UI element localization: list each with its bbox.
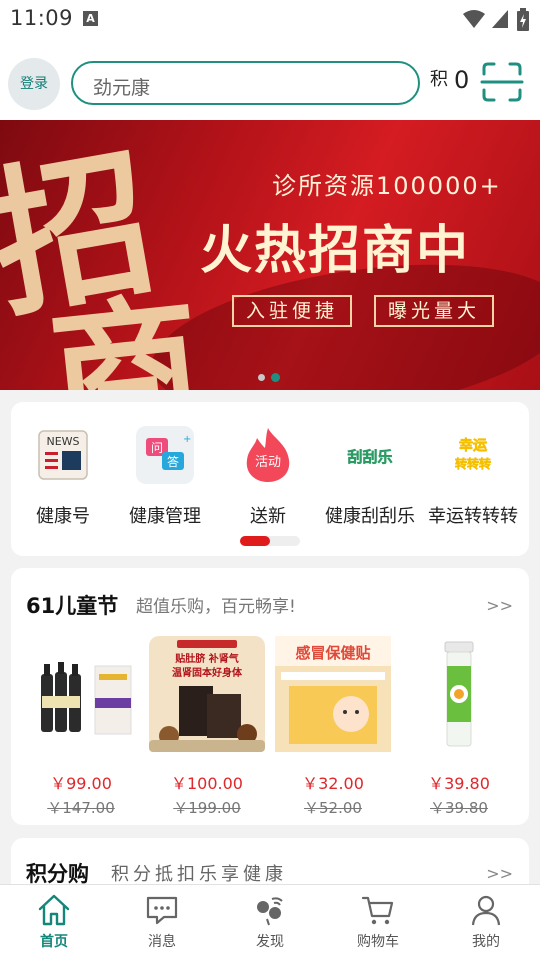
product-card[interactable]: 感冒保健贴 ￥32.00 ￥52.00 (275, 636, 391, 818)
product-original-price: ￥52.00 (304, 799, 362, 817)
qa-icon-a: 答 (167, 454, 179, 469)
tab-discover[interactable]: 发现 (220, 893, 320, 951)
banner-pagination (258, 373, 280, 382)
tab-home[interactable]: 首页 (4, 893, 104, 951)
quick-item-label: 送新 (250, 506, 286, 527)
product-original-price: ￥39.80 (430, 799, 488, 817)
quick-item-lucky-wheel[interactable]: 幸运 转转转 幸运转转转 (421, 426, 525, 528)
quick-item-health-management[interactable]: 问 答 + 健康管理 (113, 426, 217, 528)
banner-title: 火热招商中 (200, 221, 471, 281)
banner-tag-exposure: 曝光量大 (374, 295, 495, 327)
product-image-cold-patch: 感冒保健贴 (275, 636, 391, 752)
svg-text:幸运: 幸运 (459, 437, 487, 454)
top-header: 登录 劲元康 积 0 (0, 40, 540, 120)
activity-flame-icon: 活动 (246, 428, 290, 482)
tab-label: 发现 (256, 934, 284, 950)
cart-icon (361, 896, 394, 925)
tab-messages[interactable]: 消息 (112, 893, 212, 951)
login-button[interactable]: 登录 (8, 58, 60, 110)
signal-icon (492, 10, 508, 28)
promo-title: 61儿童节 (26, 594, 119, 618)
svg-text:+: + (183, 434, 191, 445)
scan-icon[interactable] (480, 60, 524, 104)
news-icon-text: NEWS (46, 435, 79, 448)
product-price: ￥100.00 (171, 774, 243, 793)
product-badge: 感冒保健贴 (295, 644, 370, 662)
quick-menu-pager (240, 536, 300, 546)
tab-profile[interactable]: 我的 (436, 893, 536, 951)
banner-dot[interactable] (258, 374, 265, 381)
notification-icon: A (83, 11, 98, 26)
points-shop-more-link[interactable]: >> (486, 864, 513, 883)
status-bar: 11:09 A (0, 0, 540, 40)
discover-icon (257, 897, 283, 926)
quick-menu-card: NEWS 健康号 问 答 + 健康管理 活动 送新 刮刮乐 健康刮刮乐 幸运 转… (11, 402, 529, 556)
product-badge: 贴肚脐 补肾气 (174, 652, 238, 665)
svg-text:转转转: 转转转 (455, 456, 491, 471)
childrens-day-promo-card: 61儿童节 超值乐购，百元畅享! >> ￥99.00 ￥147.00 贴肚脐 补… (11, 568, 529, 825)
quick-item-label: 幸运转转转 (428, 506, 518, 527)
product-badge-2: 温肾固本好身体 (172, 666, 243, 679)
scratch-icon-text: 刮刮乐 (347, 448, 392, 466)
qa-icon: 问 答 + (136, 426, 194, 484)
promo-subtitle: 超值乐购，百元畅享! (136, 597, 296, 617)
banner-dot-active[interactable] (271, 373, 280, 382)
points-shop-subtitle: 积分抵扣乐享健康 (111, 864, 287, 885)
svg-text:积: 积 (430, 69, 448, 89)
search-bar[interactable]: 劲元康 (71, 61, 420, 105)
battery-icon (517, 8, 529, 31)
lucky-wheel-icon: 幸运 转转转 (455, 437, 492, 472)
profile-icon (471, 895, 501, 926)
status-time: 11:09 (10, 6, 74, 30)
product-image-tablet-tube (444, 641, 474, 747)
product-price: ￥99.00 (50, 774, 112, 793)
scratch-card-icon: 刮刮乐 (347, 448, 393, 467)
tab-label: 我的 (472, 934, 500, 950)
product-image-drops (41, 662, 132, 735)
points-display[interactable]: 积 0 (430, 66, 469, 94)
product-price: ￥32.00 (302, 774, 364, 793)
tab-cart[interactable]: 购物车 (328, 893, 428, 951)
message-icon (146, 896, 178, 925)
tab-label: 购物车 (357, 934, 399, 950)
points-value: 0 (454, 66, 470, 94)
product-image-navel-patch: 贴肚脐 补肾气 温肾固本好身体 (149, 636, 265, 752)
product-original-price: ￥199.00 (173, 799, 241, 817)
home-icon (38, 894, 70, 926)
product-card[interactable]: ￥99.00 ￥147.00 (23, 636, 139, 818)
wifi-icon (463, 10, 485, 28)
search-placeholder: 劲元康 (93, 77, 151, 99)
product-original-price: ￥147.00 (47, 799, 115, 817)
qa-icon-q: 问 (151, 441, 163, 455)
news-icon: NEWS (38, 430, 88, 480)
promo-more-link[interactable]: >> (486, 596, 513, 615)
activity-icon-text: 活动 (255, 455, 281, 470)
promo-banner[interactable]: 招 商 诊所资源100000+ 火热招商中 入驻便捷 曝光量大 (0, 120, 540, 390)
tab-label: 首页 (40, 934, 68, 950)
quick-item-label: 健康管理 (129, 506, 201, 527)
quick-item-label: 健康刮刮乐 (325, 506, 415, 527)
bottom-tab-bar: 首页 消息 发现 购物车 我的 (0, 884, 540, 960)
tab-label: 消息 (148, 934, 176, 950)
quick-item-health-account[interactable]: NEWS 健康号 (11, 426, 115, 528)
quick-item-send-new[interactable]: 活动 送新 (216, 426, 320, 528)
product-price: ￥39.80 (428, 774, 490, 793)
banner-tag-easy-join: 入驻便捷 (232, 295, 353, 327)
banner-subtitle: 诊所资源100000+ (272, 172, 502, 200)
product-card[interactable]: 贴肚脐 补肾气 温肾固本好身体 ￥100.00 ￥199.00 (149, 636, 265, 818)
pager-active (240, 536, 270, 546)
product-card[interactable]: ￥39.80 ￥39.80 (401, 636, 517, 818)
quick-item-label: 健康号 (36, 506, 90, 527)
banner-big-char-2: 商 (42, 275, 211, 390)
points-icon: 积 (430, 67, 450, 94)
quick-item-scratch-card[interactable]: 刮刮乐 健康刮刮乐 (318, 426, 422, 528)
